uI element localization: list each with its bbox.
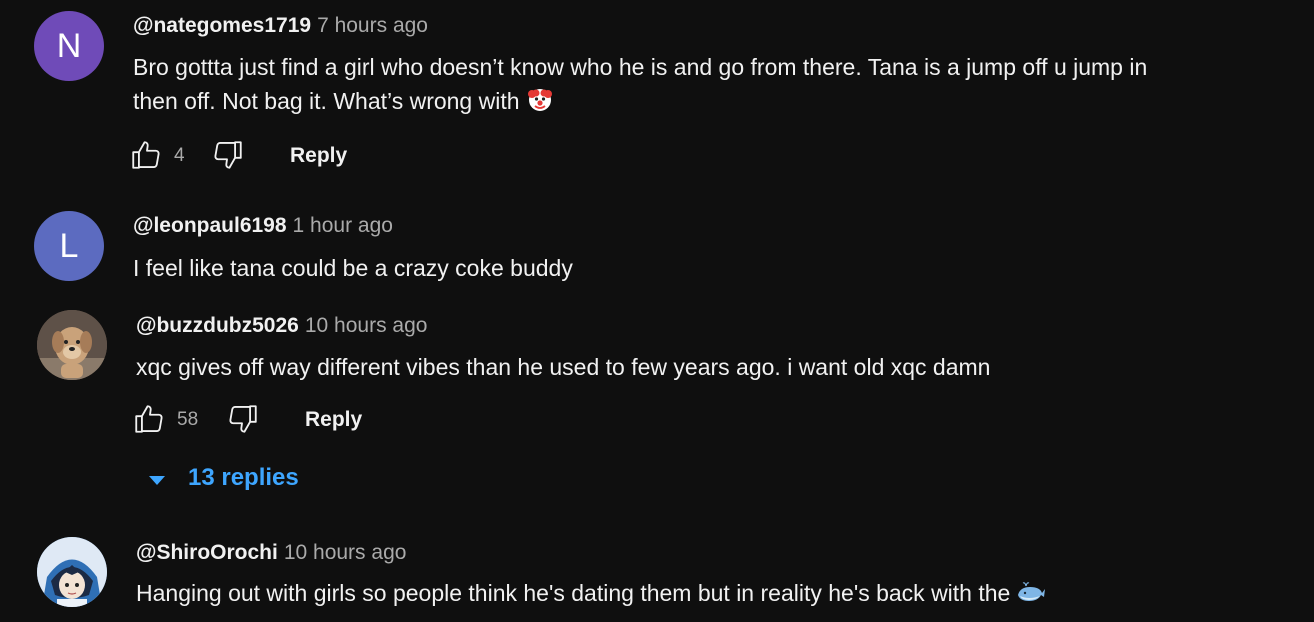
- timestamp[interactable]: 10 hours ago: [284, 541, 407, 564]
- comment-text: I feel like tana could be a crazy coke b…: [133, 255, 573, 281]
- timestamp[interactable]: 7 hours ago: [317, 14, 428, 37]
- dog-photo-avatar[interactable]: [37, 310, 107, 380]
- view-replies-button[interactable]: 13 replies: [148, 462, 348, 498]
- avatar[interactable]: L: [34, 211, 104, 281]
- comment-header: @nategomes1719 7 hours ago: [133, 13, 428, 39]
- like-count: 58: [177, 409, 199, 430]
- reply-button[interactable]: Reply: [290, 144, 347, 168]
- author-handle[interactable]: @nategomes1719: [133, 14, 311, 37]
- timestamp[interactable]: 10 hours ago: [305, 314, 428, 337]
- timestamp[interactable]: 1 hour ago: [293, 214, 393, 237]
- avatar-letter: N: [56, 27, 82, 65]
- comment-header: @buzzdubz5026 10 hours ago: [136, 313, 427, 339]
- caret-down-icon: [148, 474, 166, 492]
- avatar[interactable]: N: [34, 11, 104, 81]
- comment-header: @leonpaul6198 1 hour ago: [133, 213, 393, 239]
- thumbs-up-icon[interactable]: [132, 402, 168, 438]
- comment-text-line-2: then off. Not bag it. What’s wrong with: [133, 84, 554, 122]
- thumbs-down-icon[interactable]: [226, 402, 262, 438]
- avatar-letter: L: [59, 227, 79, 265]
- author-handle[interactable]: @ShiroOrochi: [136, 541, 278, 564]
- comment-text-line: Bro gottta just find a girl who doesn’t …: [133, 54, 1148, 80]
- comment-actions: 4 Reply: [129, 138, 389, 178]
- comment-text: Hanging out with girls so people think h…: [136, 580, 1011, 606]
- comment-text-line: Hanging out with girls so people think h…: [136, 576, 1046, 614]
- whale-icon: [1016, 580, 1046, 614]
- comment-text: xqc gives off way different vibes than h…: [136, 354, 991, 380]
- comment-actions: 58 Reply: [132, 402, 392, 442]
- anime-character-avatar[interactable]: [37, 537, 107, 607]
- comment-header: @ShiroOrochi 10 hours ago: [136, 540, 406, 566]
- thumbs-down-icon[interactable]: [211, 138, 247, 174]
- thumbs-up-icon[interactable]: [129, 138, 165, 174]
- author-handle[interactable]: @leonpaul6198: [133, 214, 287, 237]
- replies-count-label: 13 replies: [188, 464, 299, 491]
- like-count: 4: [174, 145, 185, 166]
- reply-button[interactable]: Reply: [305, 408, 362, 432]
- comment-text: then off. Not bag it. What’s wrong with: [133, 88, 520, 114]
- clown-face-icon: [526, 85, 554, 122]
- author-handle[interactable]: @buzzdubz5026: [136, 314, 299, 337]
